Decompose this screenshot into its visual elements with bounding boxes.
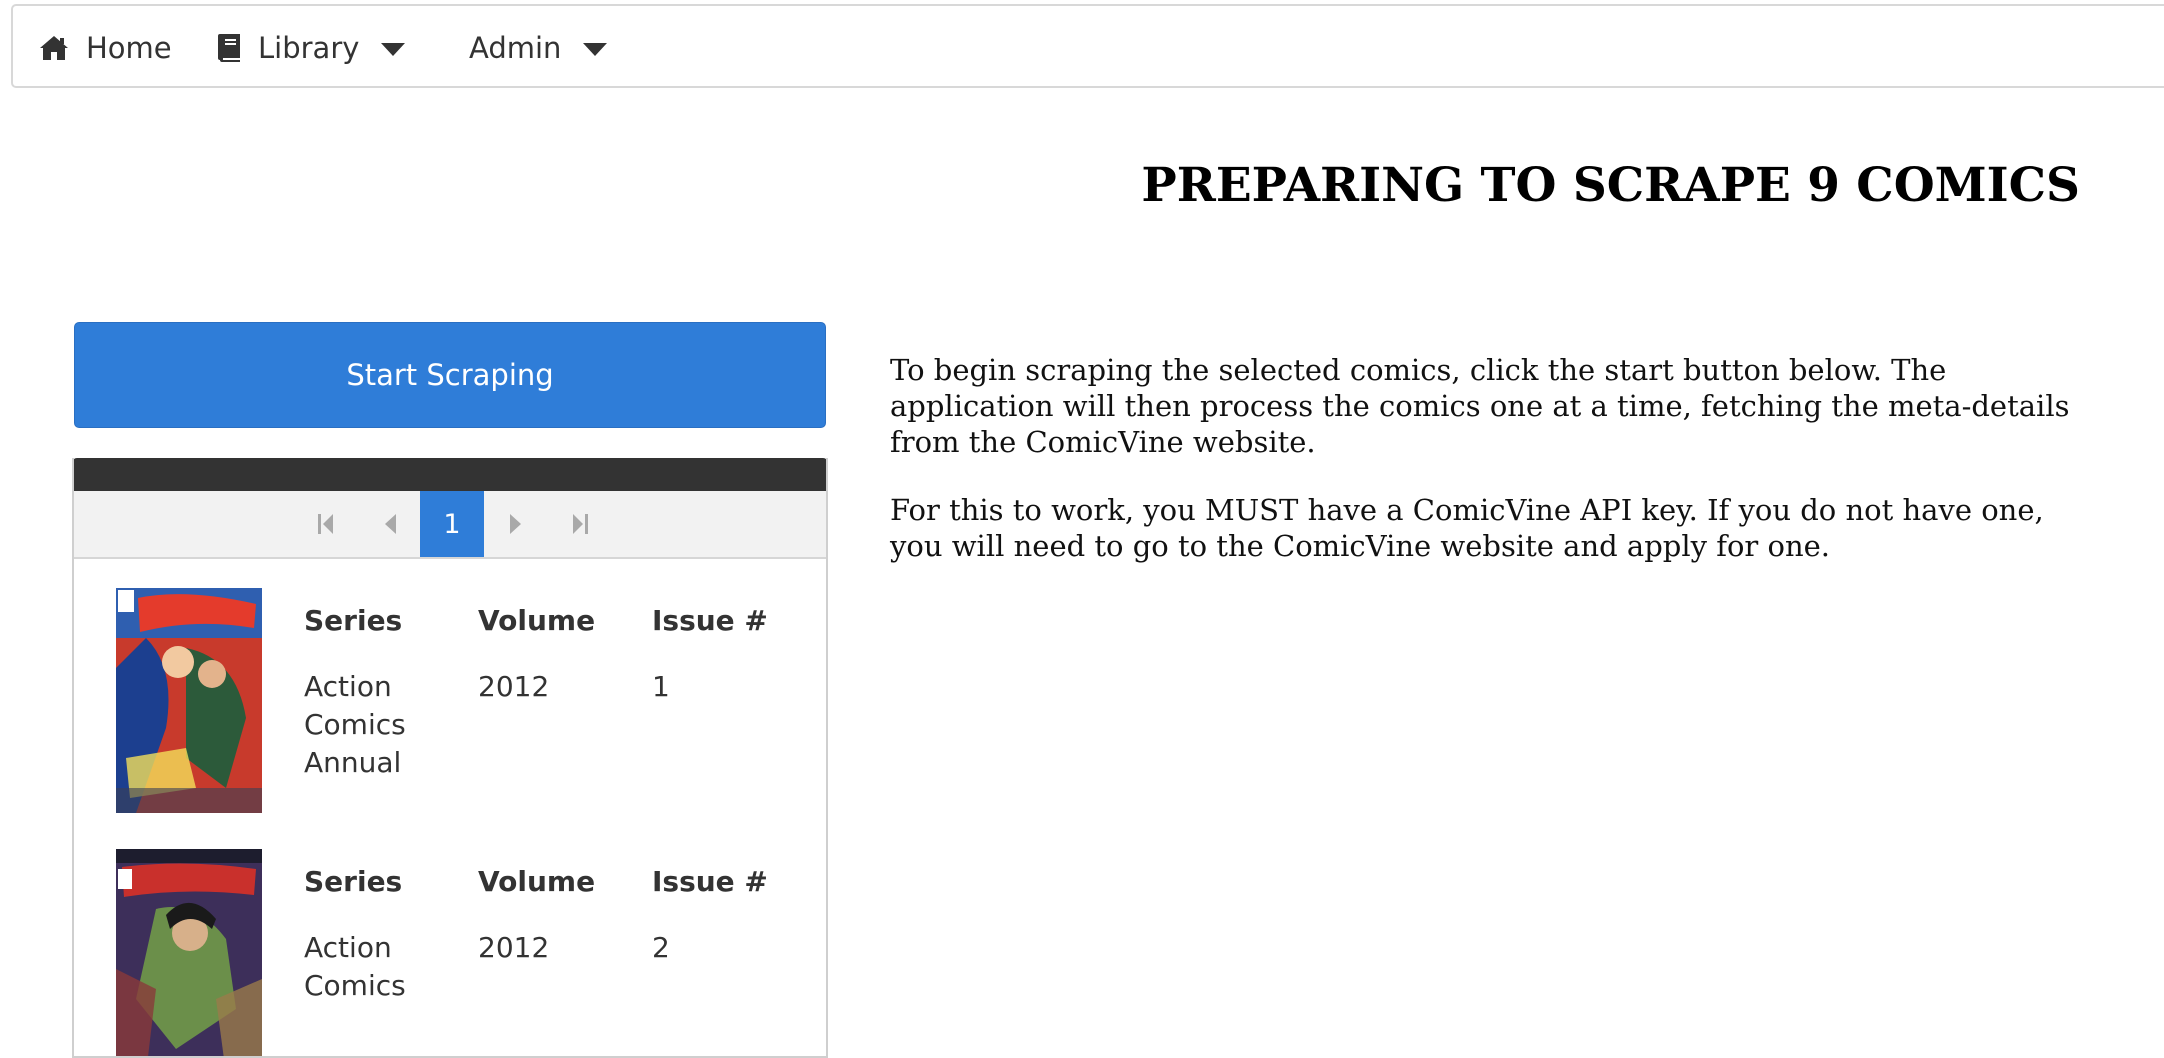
nav-home-label: Home <box>86 31 172 65</box>
instructions-paragraph: To begin scraping the selected comics, c… <box>890 353 2070 459</box>
comic-cover-image[interactable] <box>116 849 262 1056</box>
nav-home[interactable]: Home <box>39 6 172 90</box>
comic-cover-image[interactable] <box>116 588 262 813</box>
series-value: Action Comics Annual <box>304 670 406 779</box>
issue-header: Issue # <box>652 865 768 898</box>
nav-admin[interactable]: Admin <box>469 6 608 90</box>
previous-page-button[interactable] <box>374 491 406 557</box>
volume-value: 2012 <box>478 670 550 703</box>
paginator: 1 <box>74 491 826 559</box>
nav-library-label: Library <box>258 31 360 65</box>
series-value: Action Comics <box>304 931 406 1002</box>
last-page-button[interactable] <box>564 491 596 557</box>
api-key-note: For this to work, you MUST have a ComicV… <box>890 493 2044 563</box>
volume-header: Volume <box>478 865 596 898</box>
start-scraping-button[interactable]: Start Scraping <box>74 322 826 428</box>
volume-value: 2012 <box>478 931 550 964</box>
series-header: Series <box>304 865 403 898</box>
nav-library[interactable]: Library <box>217 6 406 90</box>
last-page-icon <box>573 514 588 534</box>
home-icon <box>39 35 69 61</box>
top-navbar: Home Library Admin <box>11 4 2164 88</box>
issue-value: 2 <box>652 931 670 964</box>
first-page-button[interactable] <box>310 491 342 557</box>
instructions: To begin scraping the selected comics, c… <box>890 352 2070 596</box>
first-page-icon <box>318 514 333 534</box>
next-page-icon <box>510 514 521 534</box>
comic-list-panel: 1 Series Volume Issue # Action Comics An… <box>72 458 828 1058</box>
volume-header: Volume <box>478 604 596 637</box>
chevron-down-icon <box>583 42 608 56</box>
nav-admin-label: Admin <box>469 31 562 65</box>
next-page-button[interactable] <box>500 491 532 557</box>
panel-header <box>74 458 826 491</box>
page-title: PREPARING TO SCRAPE 9 COMICS <box>1141 158 2080 213</box>
previous-page-icon <box>385 514 396 534</box>
chevron-down-icon <box>381 42 406 56</box>
issue-header: Issue # <box>652 604 768 637</box>
issue-value: 1 <box>652 670 670 703</box>
series-header: Series <box>304 604 403 637</box>
book-icon <box>217 33 241 63</box>
current-page-button[interactable]: 1 <box>420 491 484 557</box>
